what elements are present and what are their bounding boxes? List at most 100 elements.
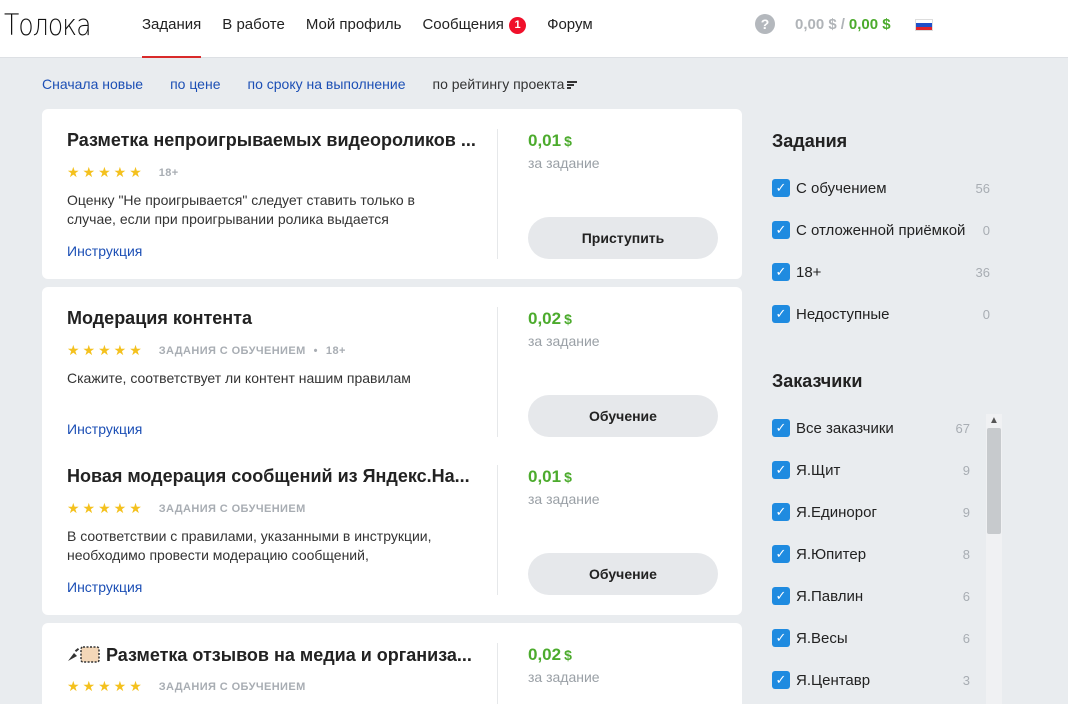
checkbox-checked-icon[interactable]: ✓ — [772, 545, 790, 563]
task-meta: ★★★★★ 18+ — [67, 164, 179, 181]
sort-order-icon — [567, 81, 578, 89]
sort-deadline[interactable]: по сроку на выполнение — [247, 76, 405, 92]
tag-18plus: 18+ — [158, 166, 179, 179]
filter-count: 6 — [962, 630, 970, 646]
filter-18plus[interactable]: ✓ 18+ 36 — [772, 261, 990, 283]
tasks-filter-title: Задания — [772, 131, 848, 151]
rating-stars: ★★★★★ — [67, 164, 145, 180]
task-title[interactable]: Разметка отзывов на медиа и организа... — [66, 644, 496, 666]
filter-count: 0 — [982, 222, 990, 238]
price-value: 0,02 — [528, 645, 562, 664]
nav-profile[interactable]: Мой профиль — [306, 0, 402, 58]
nav-tasks[interactable]: Задания — [142, 0, 202, 58]
checkbox-checked-icon[interactable]: ✓ — [772, 503, 790, 521]
card-divider — [497, 307, 498, 437]
checkbox-checked-icon[interactable]: ✓ — [772, 419, 790, 437]
tag-training: ЗАДАНИЯ С ОБУЧЕНИЕМ — [158, 344, 306, 357]
card-divider — [497, 129, 498, 259]
requester-item[interactable]: ✓ Я.Весы 6 — [772, 627, 970, 649]
messages-count-badge: 1 — [509, 17, 527, 34]
requester-item[interactable]: ✓ Я.Павлин 6 — [772, 585, 970, 607]
filter-label: Все заказчики — [796, 419, 894, 437]
filter-unavailable[interactable]: ✓ Недоступные 0 — [772, 303, 990, 325]
instruction-link[interactable]: Инструкция — [67, 243, 142, 259]
checkbox-checked-icon[interactable]: ✓ — [772, 263, 790, 281]
filter-label: Я.Юпитер — [796, 545, 867, 563]
balance[interactable]: 0,00 $/0,00 $ — [795, 16, 891, 33]
sort-newest[interactable]: Сначала новые — [42, 76, 143, 92]
filter-label: С обучением — [796, 179, 887, 197]
scroll-up-arrow-icon[interactable]: ▲ — [986, 414, 1002, 428]
filter-label: Я.Весы — [796, 629, 848, 647]
task-price: 0,02 $ — [528, 645, 572, 665]
task-title[interactable]: Модерация контента — [67, 308, 487, 329]
filter-with-training[interactable]: ✓ С обучением 56 — [772, 177, 990, 199]
scroll-thumb[interactable] — [987, 428, 1001, 534]
checkbox-checked-icon[interactable]: ✓ — [772, 587, 790, 605]
rating-stars: ★★★★★ — [67, 500, 145, 516]
filter-count: 0 — [982, 306, 990, 322]
balance-pending: 0,00 $ — [795, 16, 837, 33]
requester-item[interactable]: ✓ Я.Щит 9 — [772, 459, 970, 481]
toloka-logo[interactable]: Толока — [4, 8, 91, 42]
filter-count: 9 — [962, 504, 970, 520]
checkbox-checked-icon[interactable]: ✓ — [772, 221, 790, 239]
requester-item[interactable]: ✓ Я.Единорог 9 — [772, 501, 970, 523]
russia-flag-icon[interactable] — [915, 19, 933, 31]
card-divider — [497, 465, 498, 595]
nav-messages-label: Сообщения — [422, 16, 504, 33]
requester-all[interactable]: ✓ Все заказчики 67 — [772, 417, 970, 439]
task-meta: ★★★★★ ЗАДАНИЯ С ОБУЧЕНИЕМ — [67, 678, 306, 695]
nav-forum[interactable]: Форум — [547, 0, 593, 58]
instruction-link[interactable]: Инструкция — [67, 421, 142, 437]
checkbox-checked-icon[interactable]: ✓ — [772, 305, 790, 323]
price-value: 0,01 — [528, 131, 562, 150]
filter-delayed-acceptance[interactable]: ✓ С отложенной приёмкой 0 — [772, 219, 990, 241]
training-button[interactable]: Обучение — [528, 395, 718, 437]
filter-label: Недоступные — [796, 305, 890, 323]
nav-in-progress[interactable]: В работе — [222, 0, 285, 58]
filter-count: 67 — [955, 420, 970, 436]
balance-separator: / — [840, 16, 845, 33]
filter-count: 56 — [975, 180, 990, 196]
task-description: В соответствии с правилами, указанными в… — [67, 528, 432, 563]
sort-rating-label: по рейтингу проекта — [432, 76, 565, 92]
main-nav: Задания В работе Мой профиль Сообщения 1… — [142, 0, 614, 58]
checkbox-checked-icon[interactable]: ✓ — [772, 629, 790, 647]
checkbox-checked-icon[interactable]: ✓ — [772, 671, 790, 689]
filter-count: 8 — [962, 546, 970, 562]
help-icon[interactable]: ? — [755, 14, 775, 34]
checkbox-checked-icon[interactable]: ✓ — [772, 179, 790, 197]
task-card[interactable]: Разметка отзывов на медиа и организа... … — [42, 623, 742, 704]
sort-rating[interactable]: по рейтингу проекта — [432, 76, 578, 92]
checkbox-checked-icon[interactable]: ✓ — [772, 461, 790, 479]
filter-label: Я.Единорог — [796, 503, 877, 521]
filter-label: Я.Павлин — [796, 587, 864, 605]
task-title[interactable]: Разметка непроигрываемых видеороликов ..… — [67, 130, 487, 151]
price-unit: за задание — [528, 491, 600, 507]
task-card[interactable]: Новая модерация сообщений из Яндекс.На..… — [42, 445, 742, 615]
sort-bar: Сначала новые по цене по сроку на выполн… — [42, 76, 578, 92]
price-unit: за задание — [528, 155, 600, 171]
task-title[interactable]: Новая модерация сообщений из Яндекс.На..… — [67, 466, 487, 487]
nav-messages[interactable]: Сообщения 1 — [422, 0, 527, 58]
instruction-link[interactable]: Инструкция — [67, 579, 142, 595]
nav-in-progress-label: В работе — [222, 16, 285, 33]
price-currency: $ — [564, 469, 572, 485]
brush-frame-icon — [68, 646, 100, 663]
price-unit: за задание — [528, 669, 600, 685]
nav-tasks-label: Задания — [142, 16, 202, 33]
training-button[interactable]: Обучение — [528, 553, 718, 595]
rating-stars: ★★★★★ — [67, 342, 145, 358]
requester-item[interactable]: ✓ Я.Юпитер 8 — [772, 543, 970, 565]
task-card[interactable]: Разметка непроигрываемых видеороликов ..… — [42, 109, 742, 279]
requester-item[interactable]: ✓ Я.Центавр 3 — [772, 669, 970, 691]
sort-price[interactable]: по цене — [170, 76, 220, 92]
task-card[interactable]: Модерация контента ★★★★★ ЗАДАНИЯ С ОБУЧЕ… — [42, 287, 742, 457]
filter-label: Я.Центавр — [796, 671, 871, 689]
price-value: 0,02 — [528, 309, 562, 328]
task-meta: ★★★★★ ЗАДАНИЯ С ОБУЧЕНИЕМ — [67, 500, 306, 517]
requesters-scrollbar[interactable]: ▲ — [986, 414, 1002, 704]
filter-count: 9 — [962, 462, 970, 478]
start-button[interactable]: Приступить — [528, 217, 718, 259]
